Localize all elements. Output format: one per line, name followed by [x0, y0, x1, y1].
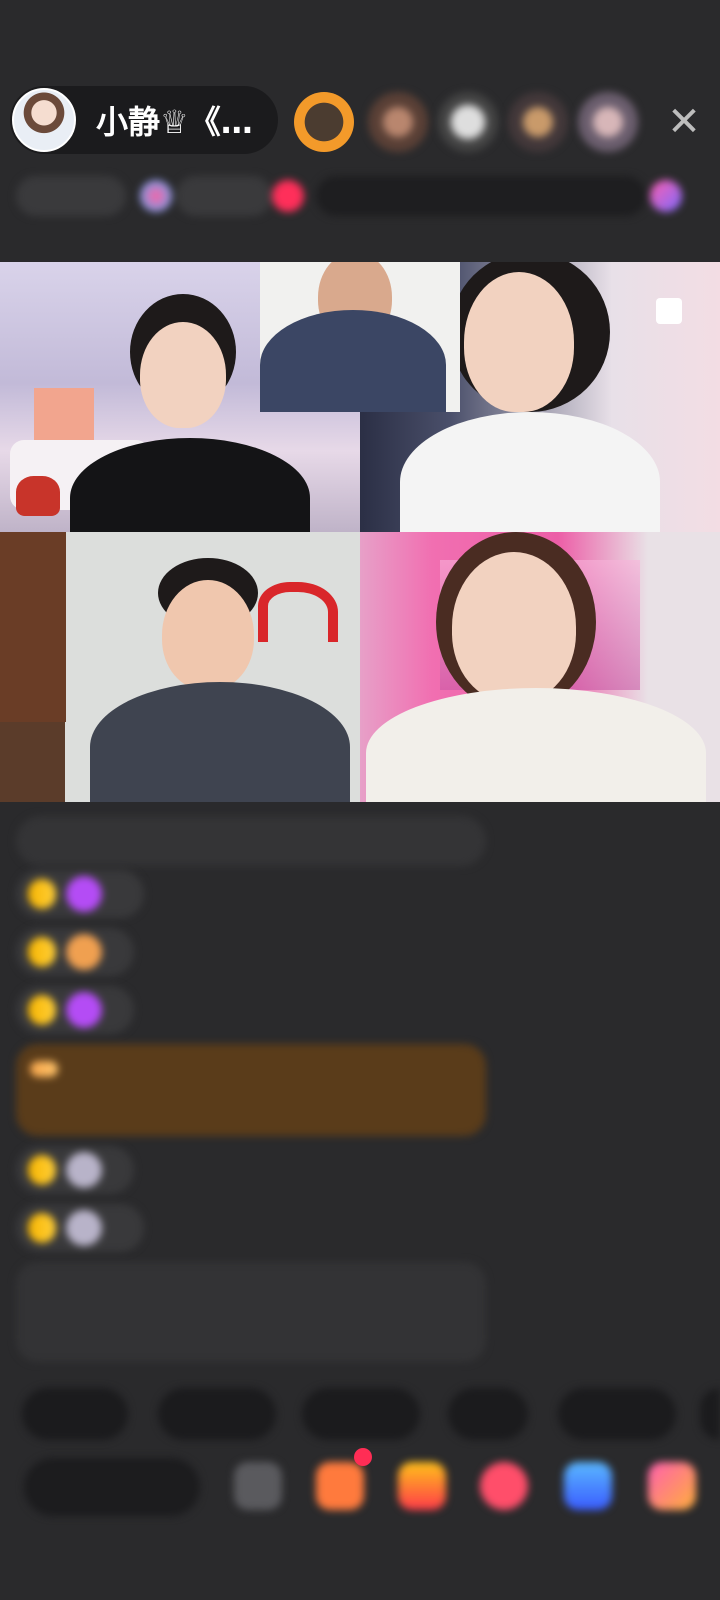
video-tile-bottom-left[interactable] — [0, 532, 360, 802]
host-avatar[interactable] — [12, 88, 76, 152]
chat-message[interactable] — [16, 986, 134, 1034]
avatar-icon — [66, 1152, 102, 1188]
avatar-icon — [66, 1210, 102, 1246]
rank-icon — [140, 180, 172, 212]
host-info-pill[interactable]: 小静♕《… — [10, 86, 278, 154]
wall-socket — [656, 298, 682, 324]
chat-message-highlight[interactable] — [16, 1044, 486, 1136]
fan-badge[interactable] — [28, 937, 56, 967]
badge-icon — [66, 934, 102, 970]
fan-badge[interactable] — [28, 1155, 56, 1185]
person-body — [260, 310, 446, 412]
top-viewer-avatar[interactable] — [508, 92, 568, 152]
game-icon[interactable] — [564, 1462, 612, 1510]
exercise-bike — [258, 582, 338, 642]
rank-chip[interactable] — [176, 176, 272, 216]
chat-message[interactable] — [16, 870, 144, 918]
top-viewer-avatar[interactable] — [578, 92, 638, 152]
quick-reply-button[interactable] — [448, 1388, 528, 1440]
video-tile-top-center[interactable] — [260, 262, 460, 412]
person-face — [162, 580, 254, 690]
apps-icon[interactable] — [648, 1462, 696, 1510]
top-viewer-avatar[interactable] — [294, 92, 354, 152]
chat-message[interactable] — [16, 928, 134, 976]
host-name[interactable]: 小静♕《… — [96, 97, 272, 143]
level-badge[interactable] — [30, 1061, 58, 1077]
quick-reply-button[interactable] — [558, 1388, 676, 1440]
person-body — [400, 412, 660, 532]
gift-box-icon[interactable] — [316, 1462, 364, 1510]
person-face — [452, 552, 576, 702]
quick-reply-button[interactable] — [158, 1388, 276, 1440]
activity-icon[interactable] — [650, 180, 682, 212]
activity-chip[interactable] — [316, 176, 646, 216]
system-message — [16, 1262, 486, 1362]
wall-picture — [34, 388, 94, 448]
fire-icon[interactable] — [272, 180, 304, 212]
quick-reply-button-overflow[interactable] — [700, 1388, 720, 1440]
hot-rank-chip[interactable] — [16, 176, 126, 216]
close-icon[interactable]: ✕ — [662, 100, 706, 144]
chat-input[interactable] — [24, 1458, 200, 1516]
person-face — [464, 272, 574, 412]
gem-icon — [66, 992, 102, 1028]
quick-reply-button[interactable] — [22, 1388, 128, 1440]
top-viewer-avatar[interactable] — [368, 92, 428, 152]
emoji-icon[interactable] — [234, 1462, 282, 1510]
video-tile-bottom-right[interactable] — [360, 532, 720, 802]
top-viewer-avatar[interactable] — [438, 92, 498, 152]
toy-horse-icon — [16, 476, 60, 516]
chat-message[interactable] — [16, 1204, 144, 1252]
person-body — [90, 682, 350, 802]
live-info-row — [16, 170, 706, 222]
quick-reply-button[interactable] — [302, 1388, 420, 1440]
door — [0, 532, 66, 722]
fan-badge[interactable] — [28, 1213, 56, 1243]
heart-icon[interactable] — [480, 1462, 528, 1510]
gem-icon — [66, 876, 102, 912]
chat-message[interactable] — [16, 1146, 134, 1194]
fan-badge[interactable] — [28, 995, 56, 1025]
chat-notice — [16, 816, 486, 866]
notification-dot — [354, 1448, 372, 1466]
fan-badge[interactable] — [28, 879, 56, 909]
person-body — [366, 688, 706, 802]
gift-icon[interactable] — [398, 1462, 446, 1510]
person-face — [140, 322, 226, 428]
